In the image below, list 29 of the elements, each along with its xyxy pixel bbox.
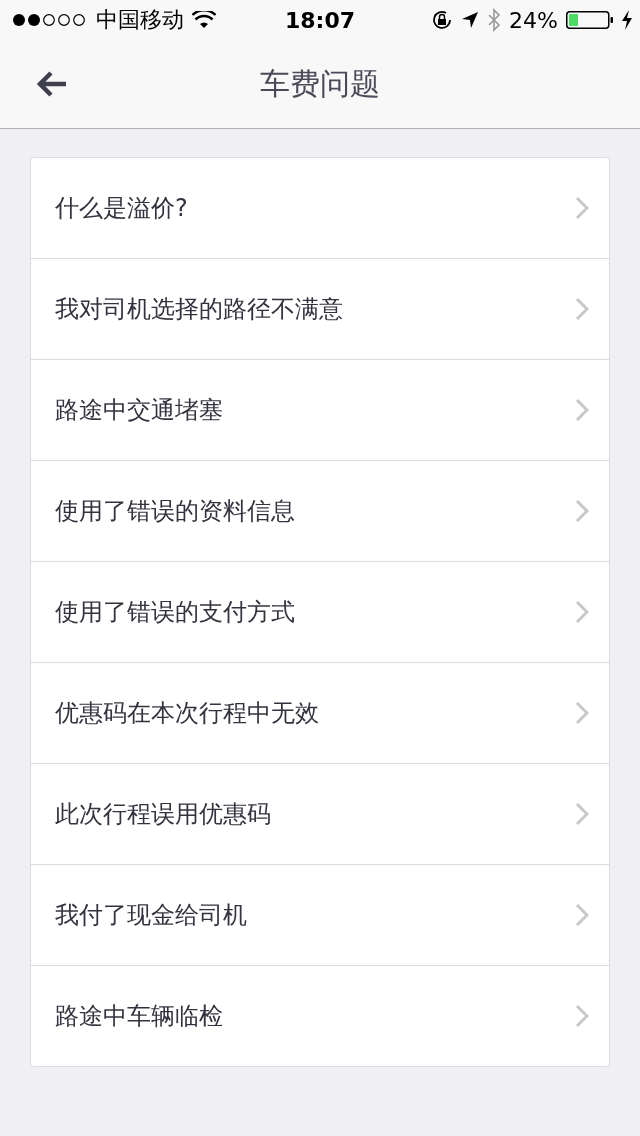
carrier-name: 中国移动 [96, 6, 184, 34]
list-item[interactable]: 路途中车辆临检 [31, 966, 609, 1066]
list-item[interactable]: 路途中交通堵塞 [31, 360, 609, 461]
charging-bolt-icon [622, 10, 632, 30]
chevron-right-icon [575, 903, 589, 927]
list-item[interactable]: 优惠码在本次行程中无效 [31, 663, 609, 764]
location-arrow-icon [461, 11, 480, 29]
wifi-icon [192, 11, 216, 29]
chevron-right-icon [575, 701, 589, 725]
list-item[interactable]: 此次行程误用优惠码 [31, 764, 609, 865]
battery-icon [566, 10, 614, 30]
bluetooth-icon [487, 8, 502, 32]
list-item[interactable]: 我对司机选择的路径不满意 [31, 259, 609, 360]
chevron-right-icon [575, 802, 589, 826]
chevron-right-icon [575, 1004, 589, 1028]
chevron-right-icon [575, 600, 589, 624]
list-item[interactable]: 使用了错误的支付方式 [31, 562, 609, 663]
chevron-right-icon [575, 297, 589, 321]
rotation-lock-icon [431, 9, 454, 31]
chevron-right-icon [575, 196, 589, 220]
list-item[interactable]: 我付了现金给司机 [31, 865, 609, 966]
page-title: 车费问题 [259, 64, 381, 103]
chevron-right-icon [575, 499, 589, 523]
clock-time: 18:07 [284, 7, 356, 33]
chevron-right-icon [575, 398, 589, 422]
list-item[interactable]: 什么是溢价? [31, 158, 609, 259]
list-item[interactable]: 使用了错误的资料信息 [31, 461, 609, 562]
battery-percent: 24% [509, 7, 558, 33]
signal-icon [12, 13, 88, 27]
